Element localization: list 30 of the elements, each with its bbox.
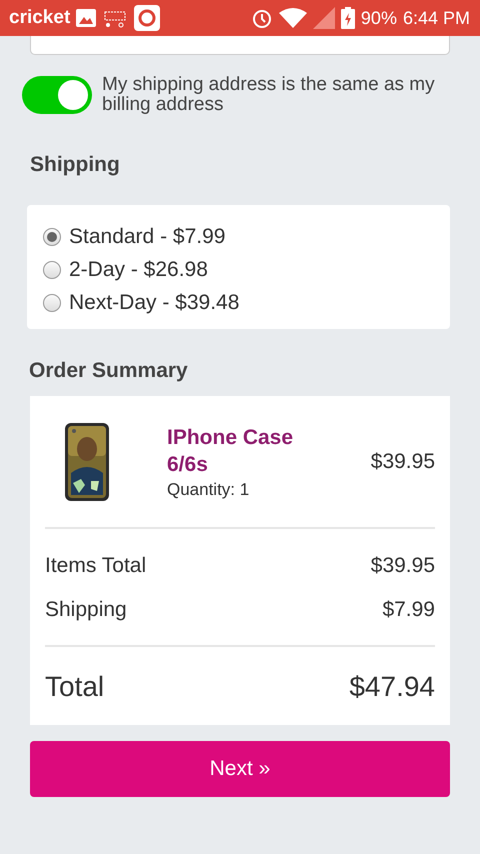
- total-value: $47.94: [349, 671, 435, 703]
- section-heading: Shipping: [30, 153, 121, 177]
- radio-button[interactable]: [43, 294, 61, 312]
- radio-button[interactable]: [43, 228, 61, 246]
- input-field[interactable]: [30, 36, 450, 55]
- product-name[interactable]: IPhone Case 6/6s: [167, 424, 297, 478]
- shipping-option[interactable]: 2-Day - $26.98: [43, 258, 434, 282]
- line-label: Shipping: [45, 598, 127, 622]
- radio-button[interactable]: [43, 261, 61, 279]
- shipping-option[interactable]: Standard - $7.99: [43, 225, 434, 249]
- battery-icon: [340, 7, 355, 29]
- alarm-icon: [250, 7, 273, 29]
- next-button[interactable]: Next »: [30, 741, 450, 797]
- quantity-text: Quantity: 1: [167, 480, 250, 500]
- signal-icon: [312, 7, 335, 29]
- clock-time: 6:44 PM: [402, 8, 470, 28]
- carrier-name: cricket: [9, 7, 70, 29]
- line-value: $7.99: [382, 598, 435, 622]
- battery-percent: 90%: [360, 8, 397, 28]
- shipping-option[interactable]: Next-Day - $39.48: [43, 291, 434, 315]
- section-heading: Order Summary: [29, 359, 189, 383]
- sync-icon: [134, 5, 160, 31]
- wifi-icon: [278, 7, 307, 29]
- toggle-switch[interactable]: [22, 76, 92, 114]
- line-value: $39.95: [370, 554, 435, 578]
- toggle-label: My shipping address is the same as my billing address: [102, 75, 436, 115]
- line-label: Items Total: [45, 554, 146, 578]
- product-price: $39.95: [370, 450, 435, 474]
- total-label: Total: [45, 671, 104, 703]
- image-icon: [76, 9, 96, 27]
